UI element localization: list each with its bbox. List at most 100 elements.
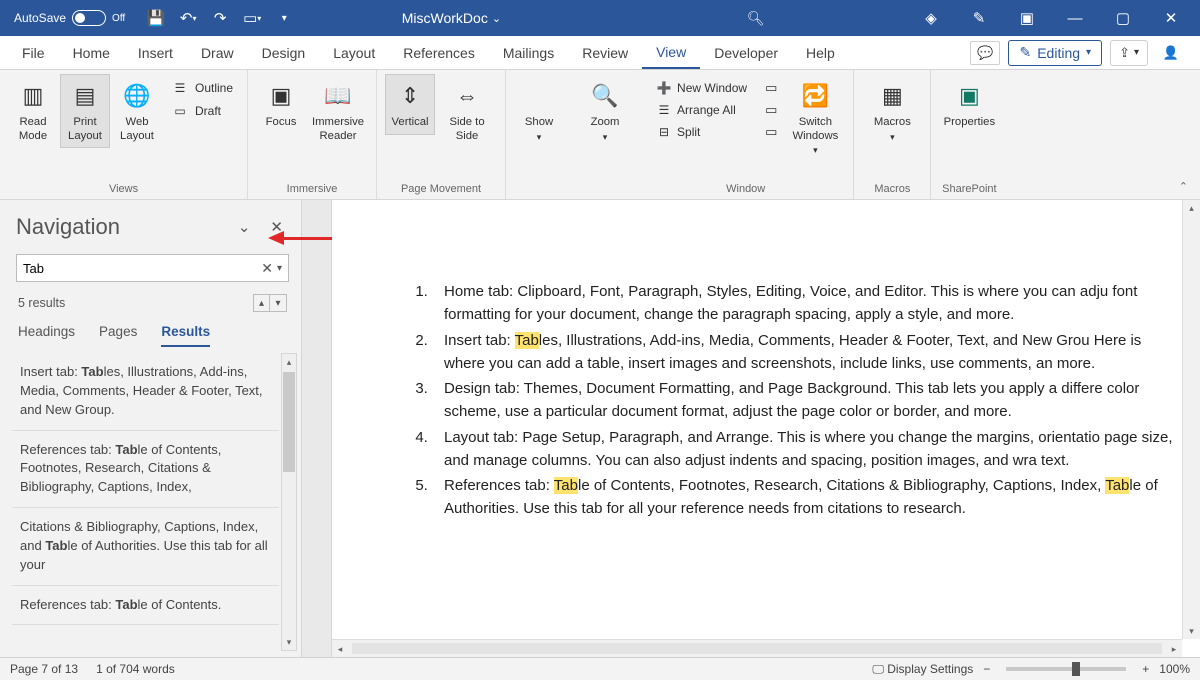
side-to-side-button[interactable]: ⇔Side to Side bbox=[437, 74, 497, 148]
vertical-button[interactable]: ⇕Vertical bbox=[385, 74, 435, 135]
close-button[interactable]: ✕ bbox=[1148, 0, 1194, 36]
label: New Window bbox=[677, 81, 747, 95]
nav-tab-pages[interactable]: Pages bbox=[99, 324, 137, 347]
zoom-level[interactable]: 100% bbox=[1159, 662, 1190, 676]
draft-button[interactable]: ▭Draft bbox=[166, 101, 237, 121]
nav-close-button[interactable]: ✕ bbox=[264, 215, 289, 239]
scroll-down-icon[interactable]: ▾ bbox=[1183, 623, 1200, 639]
brush-icon[interactable]: ✎ bbox=[956, 0, 1002, 36]
search-result-item[interactable]: References tab: Table of Contents, Footn… bbox=[12, 431, 279, 509]
properties-button[interactable]: ▣Properties bbox=[939, 74, 999, 135]
macros-button[interactable]: ▦Macros▾ bbox=[862, 74, 922, 147]
maximize-button[interactable]: ▢ bbox=[1100, 0, 1146, 36]
tab-mailings[interactable]: Mailings bbox=[489, 36, 568, 69]
scroll-right-icon[interactable]: ▸ bbox=[1166, 640, 1182, 657]
label: Macros bbox=[874, 116, 911, 130]
split-button[interactable]: ⊟Split bbox=[652, 122, 751, 142]
tab-design[interactable]: Design bbox=[248, 36, 320, 69]
prev-result-icon[interactable]: ▴ bbox=[254, 295, 270, 311]
window-option-icon[interactable]: ▭ bbox=[765, 102, 777, 118]
nav-options-button[interactable]: ⌄ bbox=[232, 215, 257, 239]
focus-button[interactable]: ▣Focus bbox=[256, 74, 306, 135]
tab-view[interactable]: View bbox=[642, 36, 700, 69]
group-label: Views bbox=[109, 181, 138, 199]
window-list: ➕New Window ☰Arrange All ⊟Split bbox=[646, 74, 757, 146]
scroll-down-icon[interactable]: ▾ bbox=[282, 634, 296, 650]
tab-review[interactable]: Review bbox=[568, 36, 642, 69]
tab-help[interactable]: Help bbox=[792, 36, 849, 69]
title-bar: AutoSave Off 💾 ↶▾ ↷ ▭▾ ▾ MiscWorkDoc ⌄ 🔍… bbox=[0, 0, 1200, 36]
tab-draw[interactable]: Draw bbox=[187, 36, 248, 69]
word-count[interactable]: 1 of 704 words bbox=[96, 662, 175, 676]
search-result-item[interactable]: References tab: Table of Contents. bbox=[12, 586, 279, 626]
search-options-icon[interactable]: ▾ bbox=[277, 263, 282, 274]
switch-windows-icon: 🔁 bbox=[798, 79, 832, 113]
doc-vertical-scrollbar[interactable]: ▴ ▾ bbox=[1182, 200, 1200, 639]
minimize-button[interactable]: — bbox=[1052, 0, 1098, 36]
comments-button[interactable]: 💬 bbox=[970, 41, 1000, 65]
clear-search-icon[interactable]: ✕ bbox=[261, 260, 273, 277]
search-result-item[interactable]: Insert tab: Tables, Illustrations, Add-i… bbox=[12, 353, 279, 431]
tab-developer[interactable]: Developer bbox=[700, 36, 792, 69]
vertical-icon: ⇕ bbox=[393, 79, 427, 113]
immersive-reader-button[interactable]: 📖Immersive Reader bbox=[308, 74, 368, 148]
next-result-icon[interactable]: ▾ bbox=[270, 295, 286, 311]
zoom-button[interactable]: 🔍Zoom▾ bbox=[580, 74, 630, 147]
scroll-track[interactable] bbox=[352, 643, 1162, 654]
document-list-item: References tab: Table of Contents, Footn… bbox=[432, 474, 1182, 521]
switch-windows-button[interactable]: 🔁Switch Windows▾ bbox=[785, 74, 845, 161]
new-window-button[interactable]: ➕New Window bbox=[652, 78, 751, 98]
print-layout-button[interactable]: ▤Print Layout bbox=[60, 74, 110, 148]
autosave-toggle[interactable]: AutoSave Off bbox=[6, 10, 133, 26]
nav-scrollbar[interactable]: ▴ ▾ bbox=[281, 353, 297, 651]
search-button[interactable]: 🔍︎ bbox=[604, 10, 908, 27]
display-settings-button[interactable]: 🖵 Display Settings bbox=[872, 662, 973, 677]
slider-knob[interactable] bbox=[1072, 662, 1080, 676]
editing-mode-button[interactable]: ✎ Editing ▾ bbox=[1008, 40, 1102, 66]
scroll-up-icon[interactable]: ▴ bbox=[1183, 200, 1200, 216]
doc-horizontal-scrollbar[interactable]: ◂ ▸ bbox=[332, 639, 1182, 657]
search-result-item[interactable]: Citations & Bibliography, Captions, Inde… bbox=[12, 508, 279, 586]
scroll-thumb[interactable] bbox=[283, 372, 295, 472]
account-icon[interactable]: 👤 bbox=[1156, 41, 1186, 65]
share-icon: ⇪ bbox=[1119, 45, 1130, 61]
nav-tab-results[interactable]: Results bbox=[161, 324, 210, 347]
zoom-out-button[interactable]: − bbox=[983, 662, 990, 676]
show-button[interactable]: Show▾ bbox=[514, 74, 564, 147]
scroll-left-icon[interactable]: ◂ bbox=[332, 640, 348, 657]
tab-home[interactable]: Home bbox=[59, 36, 124, 69]
zoom-slider[interactable] bbox=[1006, 667, 1126, 671]
window-option-icon[interactable]: ▭ bbox=[765, 80, 777, 96]
ribbon-toggle-icon[interactable]: ▣ bbox=[1004, 0, 1050, 36]
scroll-up-icon[interactable]: ▴ bbox=[282, 354, 296, 370]
tab-references[interactable]: References bbox=[389, 36, 489, 69]
zoom-in-button[interactable]: + bbox=[1142, 662, 1149, 676]
save-icon[interactable]: 💾 bbox=[141, 0, 171, 36]
qat-item-icon[interactable]: ▭▾ bbox=[237, 0, 267, 36]
nav-search-box[interactable]: ✕ ▾ bbox=[16, 254, 289, 282]
page-indicator[interactable]: Page 7 of 13 bbox=[10, 662, 78, 676]
window-option-icon[interactable]: ▭ bbox=[765, 124, 777, 140]
undo-icon[interactable]: ↶▾ bbox=[173, 0, 203, 36]
display-icon: 🖵 bbox=[872, 662, 887, 676]
document-canvas[interactable]: Home tab: Clipboard, Font, Paragraph, St… bbox=[332, 200, 1182, 639]
diamond-icon[interactable]: ◈ bbox=[908, 0, 954, 36]
read-mode-button[interactable]: ▥Read Mode bbox=[8, 74, 58, 148]
outline-button[interactable]: ☰Outline bbox=[166, 78, 237, 98]
group-label: Immersive bbox=[287, 181, 338, 199]
document-title[interactable]: MiscWorkDoc ⌄ bbox=[299, 10, 603, 26]
web-layout-button[interactable]: 🌐Web Layout bbox=[112, 74, 162, 148]
tab-layout[interactable]: Layout bbox=[319, 36, 389, 69]
nav-title: Navigation bbox=[16, 214, 120, 240]
nav-tab-headings[interactable]: Headings bbox=[18, 324, 75, 347]
share-button[interactable]: ⇪ ▾ bbox=[1110, 40, 1148, 66]
redo-icon[interactable]: ↷ bbox=[205, 0, 235, 36]
tab-file[interactable]: File bbox=[8, 36, 59, 69]
arrange-all-button[interactable]: ☰Arrange All bbox=[652, 100, 751, 120]
search-input[interactable] bbox=[23, 261, 257, 276]
qat-customize-icon[interactable]: ▾ bbox=[269, 0, 299, 36]
editing-label: Editing bbox=[1037, 45, 1080, 61]
split-icon: ⊟ bbox=[656, 125, 672, 139]
tab-insert[interactable]: Insert bbox=[124, 36, 187, 69]
collapse-ribbon-icon[interactable]: ⌃ bbox=[1179, 180, 1188, 193]
